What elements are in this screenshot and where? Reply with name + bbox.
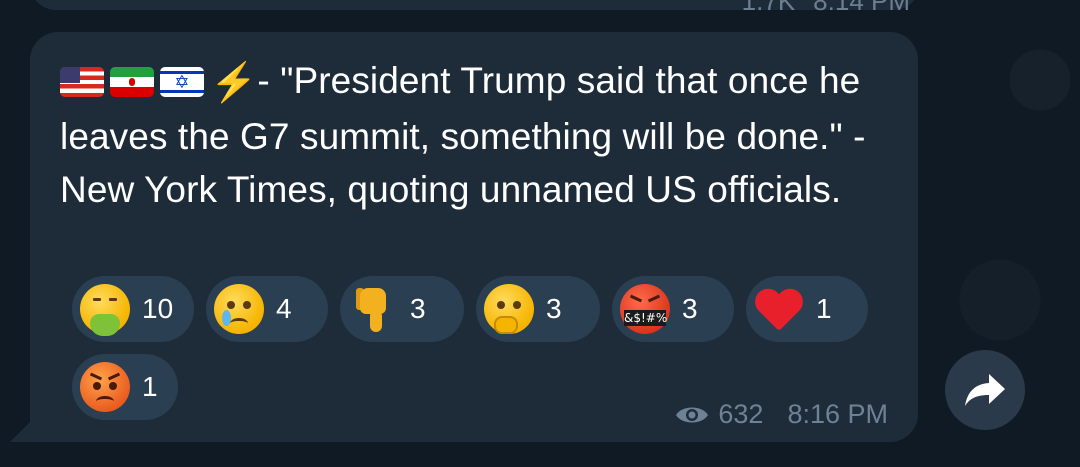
views-count: 632 <box>718 399 764 429</box>
reaction-vomiting[interactable]: 10 <box>72 276 194 342</box>
reaction-heart[interactable]: 1 <box>746 276 868 342</box>
message-bubble-tail <box>10 420 32 442</box>
red-heart-icon <box>754 284 804 334</box>
reaction-thumbs-down[interactable]: 3 <box>340 276 464 342</box>
face-with-symbols-on-mouth-icon: &$!#% <box>620 284 670 334</box>
us-flag-icon <box>60 67 104 97</box>
crying-face-icon <box>214 284 264 334</box>
reaction-count: 1 <box>816 293 832 324</box>
forward-arrow-icon <box>965 374 1005 406</box>
reaction-count: 4 <box>276 293 292 324</box>
symbols-label: &$!#% <box>624 310 668 326</box>
reaction-thinking[interactable]: 3 <box>476 276 600 342</box>
thumbs-down-icon <box>348 284 398 334</box>
iran-flag-icon <box>110 67 154 97</box>
reaction-count: 3 <box>546 293 562 324</box>
views-eye-icon <box>676 407 709 422</box>
reaction-cursing[interactable]: &$!#% 3 <box>612 276 734 342</box>
message-meta: 632 8:16 PM <box>674 399 888 430</box>
israel-flag-icon: ✡ <box>160 67 204 97</box>
reaction-pouting[interactable]: 1 <box>72 354 178 420</box>
reaction-count: 10 <box>142 293 174 324</box>
face-vomiting-icon <box>80 284 130 336</box>
pouting-face-icon <box>80 362 130 412</box>
reaction-count: 3 <box>682 293 698 324</box>
reaction-count: 3 <box>410 293 426 324</box>
message-text: ✡ ⚡- "President Trump said that once he l… <box>60 54 890 216</box>
previous-message-bubble[interactable]: 1.7K 8:14 PM <box>30 0 920 16</box>
message-time: 8:16 PM <box>787 399 888 429</box>
thinking-face-icon <box>484 284 534 334</box>
previous-views: 1.7K <box>741 0 796 16</box>
share-button[interactable] <box>945 350 1025 430</box>
lightning-icon: ⚡ <box>210 62 258 104</box>
reaction-crying[interactable]: 4 <box>206 276 328 342</box>
previous-time: 8:14 PM <box>813 0 910 16</box>
previous-message-meta: 1.7K 8:14 PM <box>742 0 910 17</box>
reaction-count: 1 <box>142 371 158 402</box>
